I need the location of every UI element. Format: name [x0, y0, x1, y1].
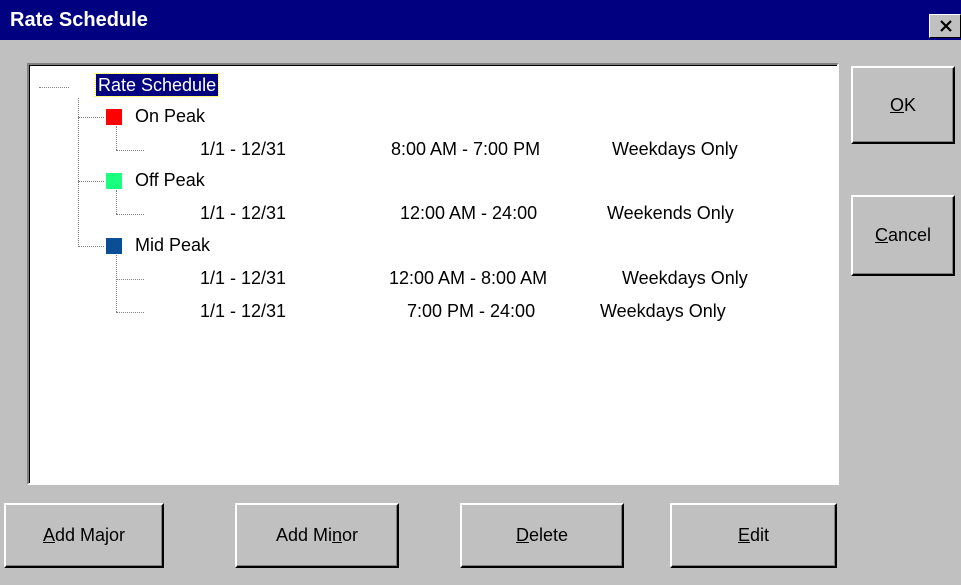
- tree-connector: [39, 87, 69, 88]
- tree-node-off-peak[interactable]: Off Peak: [135, 170, 205, 191]
- close-button[interactable]: [929, 14, 961, 38]
- tree-connector: [116, 150, 144, 151]
- title-bar: Rate Schedule: [0, 0, 961, 40]
- tree-connector: [116, 126, 117, 150]
- tree-connector: [116, 312, 144, 313]
- add-minor-button[interactable]: Add Minor: [235, 503, 399, 568]
- mid-peak-entry-2-time: 7:00 PM - 24:00: [407, 301, 536, 321]
- mid-peak-entry-1-days: Weekdays Only: [622, 268, 748, 288]
- cancel-button[interactable]: Cancel: [851, 195, 955, 276]
- tree-node-mid-peak[interactable]: Mid Peak: [135, 235, 210, 256]
- delete-button[interactable]: Delete: [460, 503, 624, 568]
- ok-button-label: OK: [889, 94, 917, 115]
- mid-peak-entry-1-dates[interactable]: 1/1 - 12/31: [200, 268, 286, 289]
- on-peak-color-swatch: [106, 109, 122, 125]
- off-peak-entry-days: Weekends Only: [607, 203, 734, 223]
- mid-peak-entry-2-dates[interactable]: 1/1 - 12/31: [200, 301, 286, 322]
- cancel-button-label: Cancel: [874, 225, 932, 245]
- tree-connector: [78, 246, 104, 247]
- tree-connector: [78, 117, 104, 118]
- tree-connector: [116, 255, 117, 312]
- on-peak-entry-time: 8:00 AM - 7:00 PM: [391, 139, 541, 159]
- off-peak-entry-dates[interactable]: 1/1 - 12/31: [200, 203, 286, 224]
- tree-connector: [116, 214, 144, 215]
- tree-connector: [116, 279, 144, 280]
- off-peak-entry-time: 12:00 AM - 24:00: [400, 203, 538, 223]
- delete-button-label: Delete: [515, 525, 569, 545]
- rate-schedule-tree[interactable]: Rate Schedule On Peak 1/1 - 12/31 8:00 A…: [27, 63, 839, 485]
- add-major-button[interactable]: Add Major: [4, 503, 164, 568]
- add-major-button-label: Add Major: [42, 525, 126, 545]
- on-peak-entry-dates[interactable]: 1/1 - 12/31: [200, 139, 286, 160]
- close-icon: [940, 20, 952, 32]
- tree-node-on-peak[interactable]: On Peak: [135, 106, 205, 127]
- mid-peak-entry-2-days: Weekdays Only: [600, 301, 726, 321]
- tree-connector: [78, 98, 79, 247]
- add-minor-button-label: Add Minor: [275, 525, 359, 545]
- ok-button[interactable]: OK: [851, 66, 955, 144]
- tree-root-rate-schedule[interactable]: Rate Schedule: [94, 73, 220, 97]
- off-peak-color-swatch: [106, 173, 122, 189]
- edit-button-label: Edit: [737, 525, 770, 545]
- mid-peak-entry-1-time: 12:00 AM - 8:00 AM: [389, 268, 548, 288]
- edit-button[interactable]: Edit: [670, 503, 837, 568]
- mid-peak-color-swatch: [106, 238, 122, 254]
- tree-connector: [78, 181, 104, 182]
- tree-connector: [116, 190, 117, 214]
- on-peak-entry-days: Weekdays Only: [612, 139, 738, 159]
- window-title: Rate Schedule: [10, 9, 148, 31]
